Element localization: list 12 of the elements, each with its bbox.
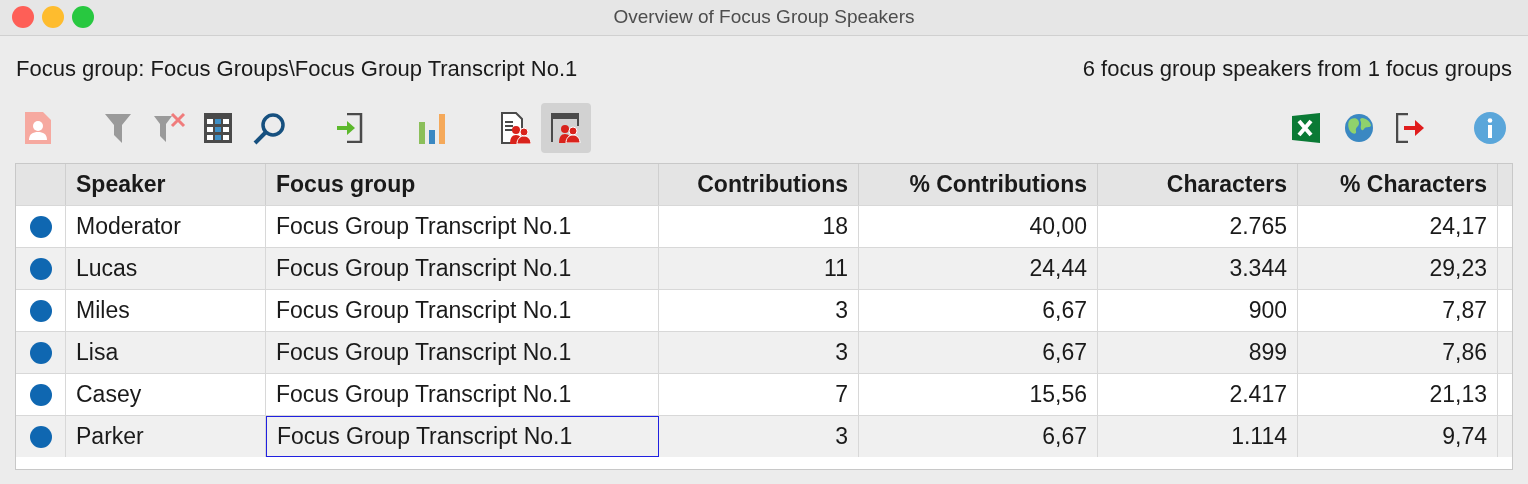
zoom-button[interactable] — [72, 6, 94, 28]
table-cell: 9,74 — [1298, 416, 1498, 457]
close-button[interactable] — [12, 6, 34, 28]
table-cell: 1.114 — [1098, 416, 1298, 457]
table-cell: Parker — [66, 416, 266, 457]
speaker-summary: 6 focus group speakers from 1 focus groups — [1082, 54, 1512, 83]
table-cell: Focus Group Transcript No.1 — [266, 416, 659, 457]
window-title: Overview of Focus Group Speakers — [613, 5, 915, 30]
speakers-window-icon[interactable] — [541, 103, 591, 153]
focus-group-label: Focus group: Focus Groups\Focus Group Transcript No.1 — [16, 54, 578, 83]
table-cell: 6,67 — [859, 416, 1098, 457]
table-cell: 3 — [659, 416, 859, 457]
